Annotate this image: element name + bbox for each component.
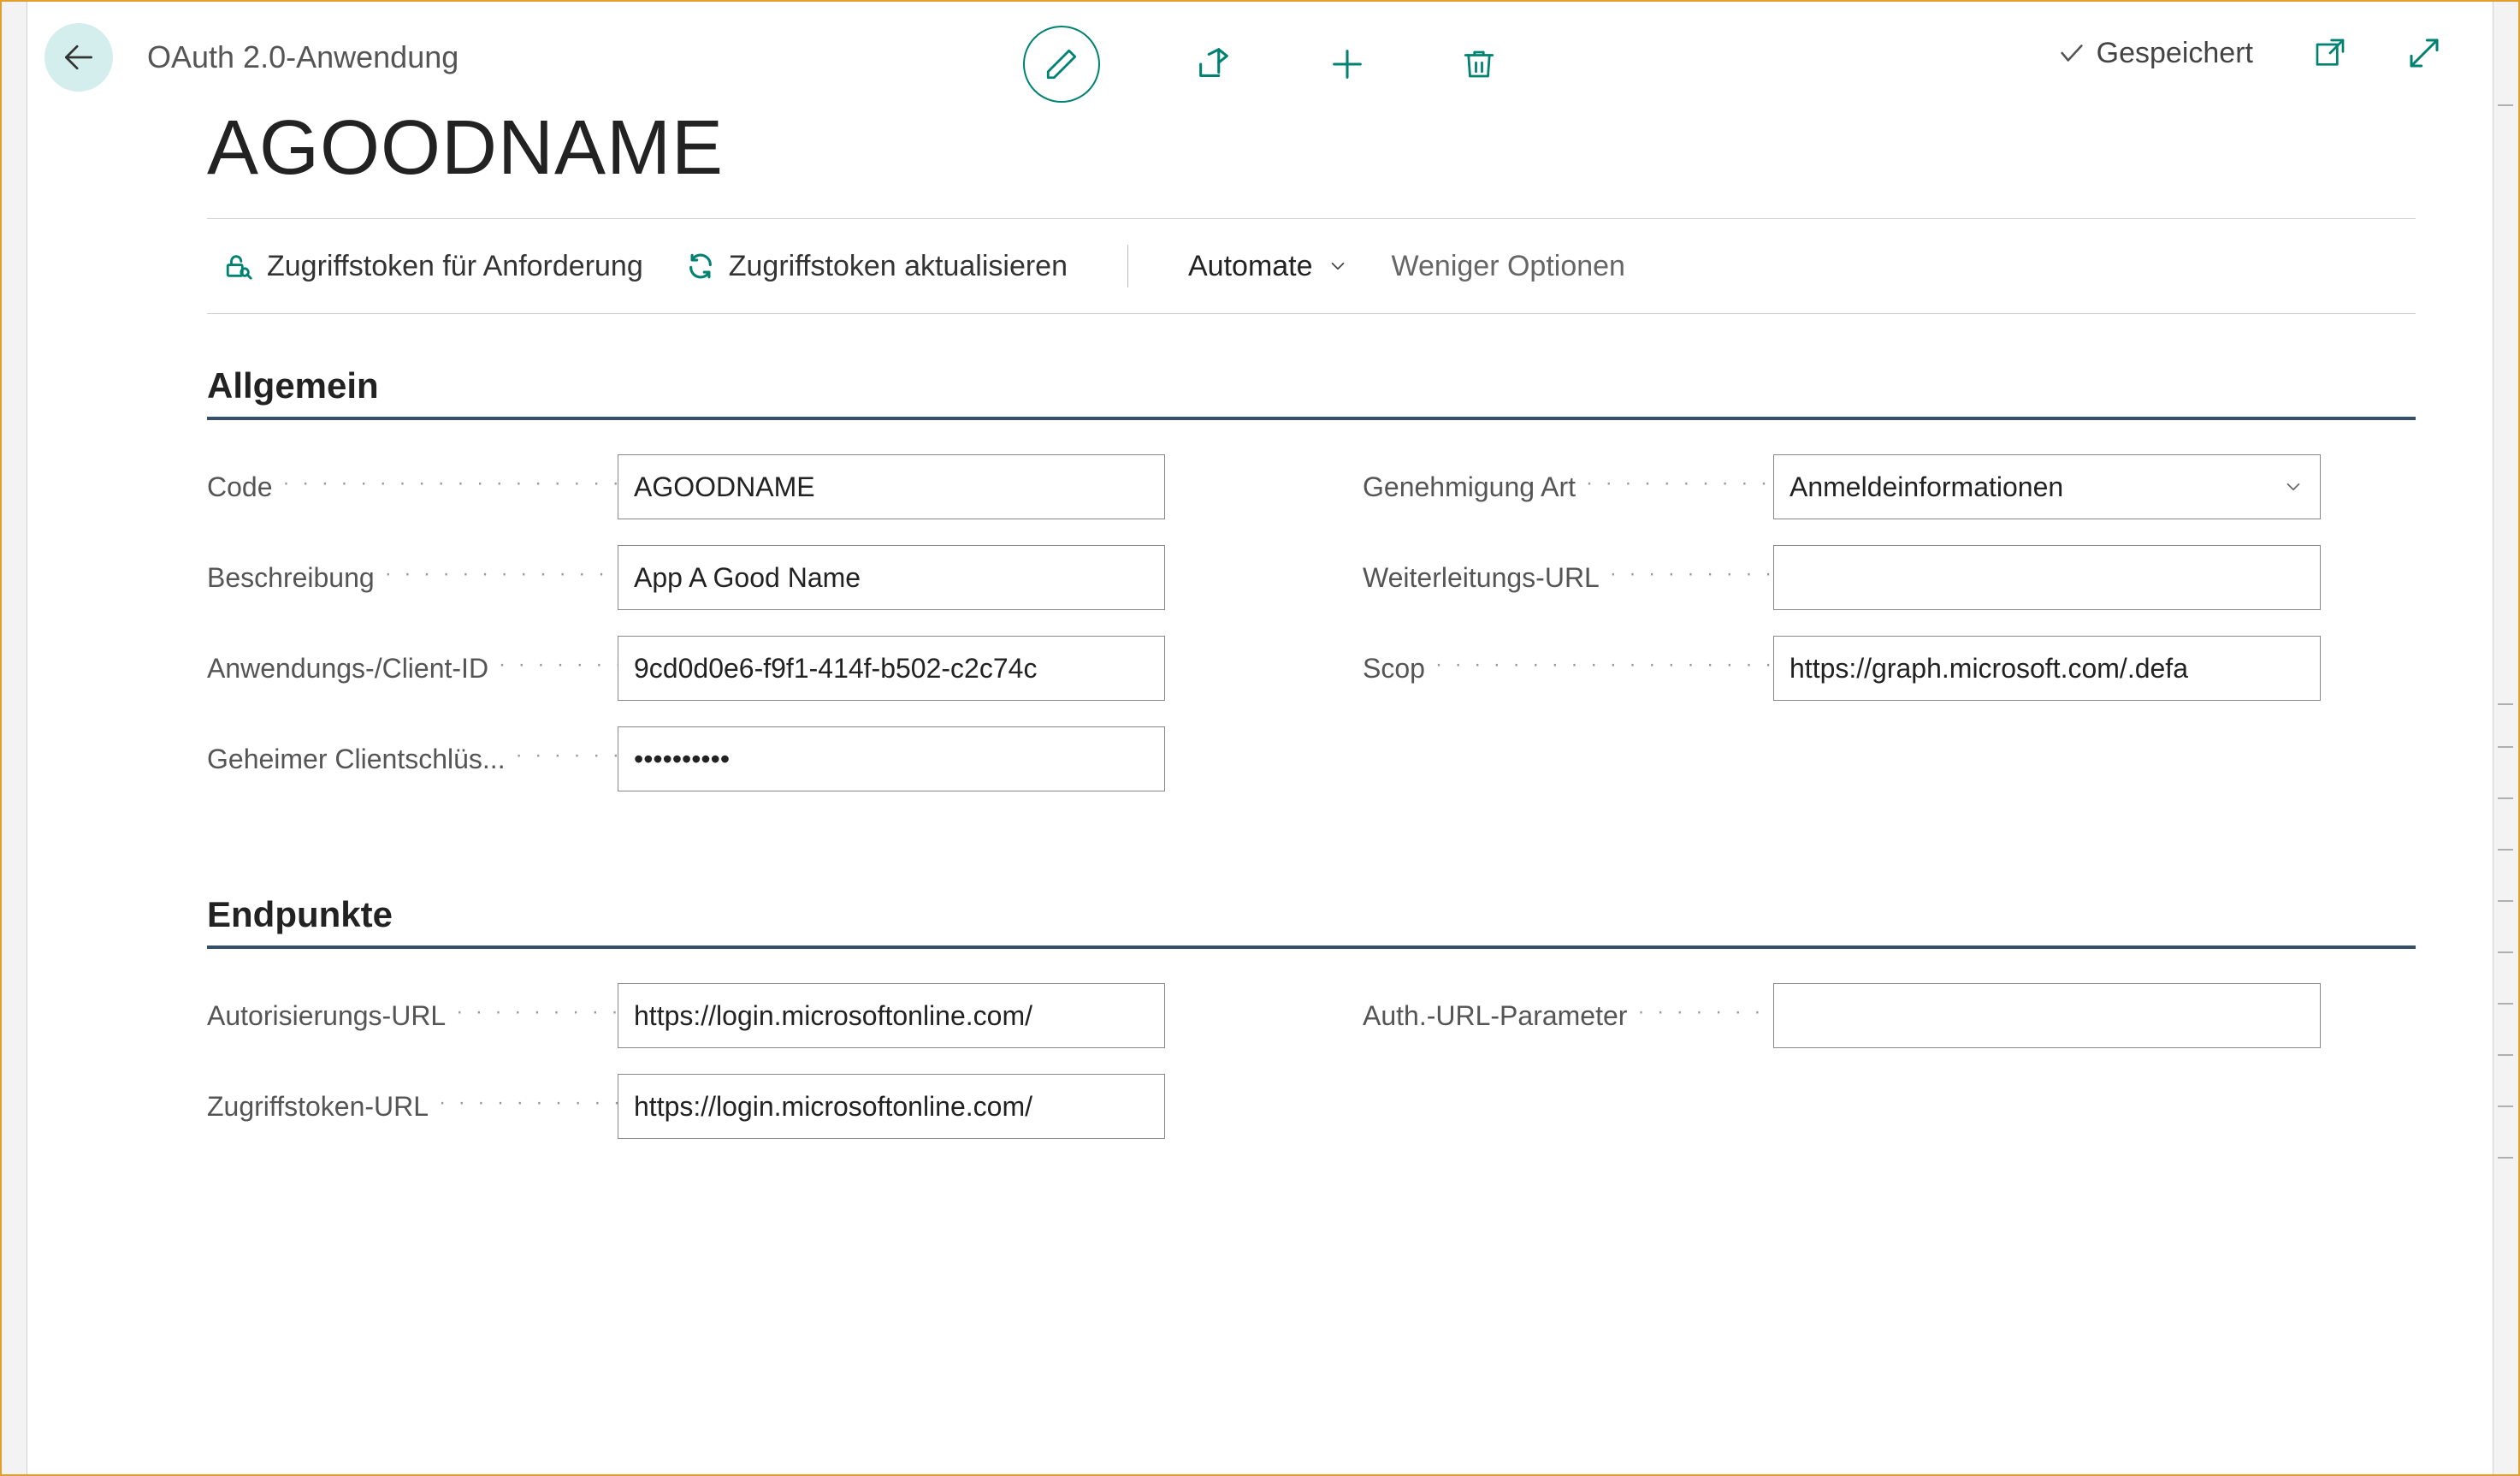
refresh-token-label: Zugriffstoken aktualisieren (729, 250, 1068, 283)
token-url-label: Zugriffstoken-URL (207, 1091, 618, 1123)
right-gutter[interactable] (2493, 2, 2518, 1474)
section-endpoints-heading: Endpunkte (207, 894, 2416, 949)
grant-type-value: Anmeldeinformationen (1789, 471, 2063, 503)
back-button[interactable] (44, 23, 113, 92)
scope-label: Scop (1363, 653, 1773, 685)
grant-type-select[interactable]: Anmeldeinformationen (1773, 454, 2321, 519)
refresh-icon (686, 252, 715, 281)
header: OAuth 2.0-Anwendung (27, 2, 2493, 113)
arrow-left-icon (60, 39, 98, 76)
request-token-action[interactable]: Zugriffstoken für Anforderung (224, 250, 643, 283)
saved-label: Gespeichert (2097, 37, 2253, 70)
description-label: Beschreibung (207, 562, 618, 594)
check-icon (2057, 39, 2086, 68)
plus-icon (1328, 44, 1367, 84)
auth-url-input[interactable] (618, 983, 1165, 1048)
grant-type-label: Genehmigung Art (1363, 471, 1773, 503)
page-title: AGOODNAME (207, 104, 2493, 193)
redirect-url-input[interactable] (1773, 545, 2321, 610)
chevron-down-icon (2282, 476, 2304, 498)
general-col-right: Genehmigung Art Anmeldeinformationen Wei… (1363, 454, 2416, 817)
auth-url-label: Autorisierungs-URL (207, 1000, 618, 1032)
page-type-label: OAuth 2.0-Anwendung (147, 39, 458, 75)
chevron-down-icon (1327, 255, 1349, 277)
share-icon (1194, 44, 1233, 84)
description-input[interactable] (618, 545, 1165, 610)
saved-indicator: Gespeichert (2057, 37, 2253, 70)
token-url-input[interactable] (618, 1074, 1165, 1139)
section-general: Allgemein Code Beschreibung Anwendungs-/… (207, 365, 2416, 817)
expand-icon (2407, 36, 2441, 70)
client-id-input[interactable] (618, 636, 1165, 701)
auth-url-params-input[interactable] (1773, 983, 2321, 1048)
code-label: Code (207, 471, 618, 503)
header-center-actions (1023, 26, 1497, 103)
card-page: OAuth 2.0-Anwendung (27, 2, 2493, 1474)
redirect-url-label: Weiterleitungs-URL (1363, 562, 1773, 594)
request-token-label: Zugriffstoken für Anforderung (267, 250, 643, 283)
trash-icon (1461, 46, 1497, 82)
fewer-options-label: Weniger Optionen (1392, 250, 1625, 283)
auth-url-params-label: Auth.-URL-Parameter (1363, 1000, 1773, 1032)
fewer-options-action[interactable]: Weniger Optionen (1392, 250, 1625, 283)
automate-action[interactable]: Automate (1188, 250, 1349, 283)
action-divider (1127, 245, 1128, 287)
section-general-heading: Allgemein (207, 365, 2416, 420)
expand-button[interactable] (2407, 36, 2441, 70)
general-col-left: Code Beschreibung Anwendungs-/Client-ID … (207, 454, 1260, 817)
key-lock-icon (224, 252, 253, 281)
pencil-icon (1044, 46, 1080, 82)
share-button[interactable] (1194, 44, 1233, 84)
client-id-label: Anwendungs-/Client-ID (207, 653, 618, 685)
code-input[interactable] (618, 454, 1165, 519)
left-gutter (2, 2, 27, 1474)
popout-button[interactable] (2313, 36, 2347, 70)
scope-input[interactable] (1773, 636, 2321, 701)
automate-label: Automate (1188, 250, 1313, 283)
edit-button[interactable] (1023, 26, 1100, 103)
client-secret-label: Geheimer Clientschlüs... (207, 744, 618, 775)
new-button[interactable] (1328, 44, 1367, 84)
delete-button[interactable] (1461, 46, 1497, 82)
popout-icon (2313, 36, 2347, 70)
action-bar: Zugriffstoken für Anforderung Zugriffsto… (207, 219, 2416, 314)
title-block: AGOODNAME (27, 104, 2493, 193)
section-endpoints: Endpunkte Autorisierungs-URL Zugriffstok… (207, 894, 2416, 1165)
header-right: Gespeichert (2057, 36, 2441, 70)
refresh-token-action[interactable]: Zugriffstoken aktualisieren (686, 250, 1068, 283)
endpoints-col-left: Autorisierungs-URL Zugriffstoken-URL (207, 983, 1260, 1165)
client-secret-input[interactable] (618, 726, 1165, 791)
endpoints-col-right: Auth.-URL-Parameter (1363, 983, 2416, 1165)
